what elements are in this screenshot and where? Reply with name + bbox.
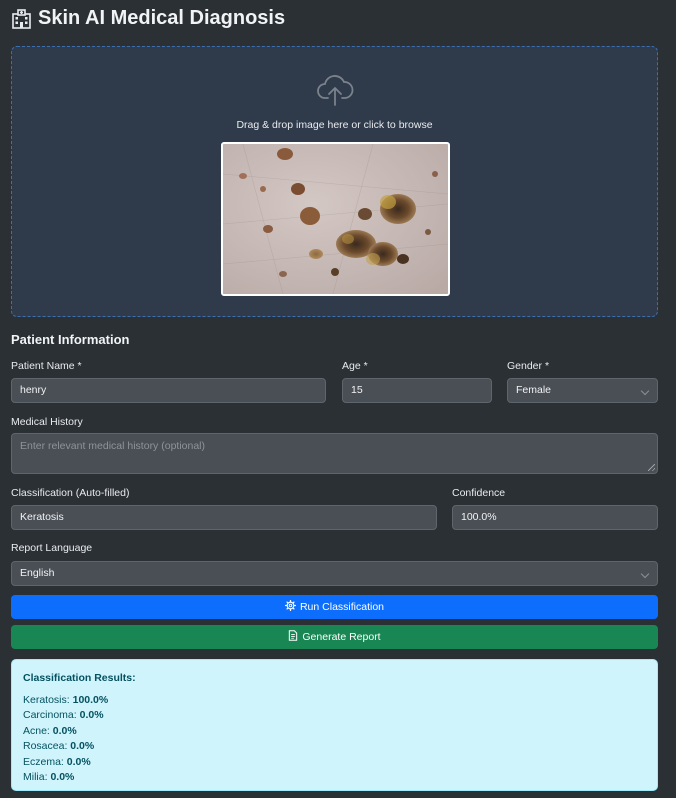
page-title: Skin AI Medical Diagnosis (38, 7, 286, 29)
result-row: Rosacea: 0.0% (23, 739, 646, 754)
patient-info-heading: Patient Information (11, 332, 130, 347)
result-row: Keratosis: 100.0% (23, 693, 646, 708)
result-name: Acne: (23, 724, 50, 737)
result-value: 0.0% (79, 709, 104, 722)
gear-icon (284, 600, 296, 614)
confidence-input[interactable]: 100.0% (452, 505, 658, 530)
generate-report-button[interactable]: Generate Report (11, 625, 658, 649)
result-value: 0.0% (50, 770, 75, 783)
gender-label: Gender * (507, 360, 550, 372)
gender-select[interactable]: Female (507, 378, 658, 403)
cloud-upload-icon (316, 73, 354, 112)
patient-name-label: Patient Name * (11, 360, 82, 372)
result-row: Milia: 0.0% (23, 770, 646, 785)
age-label: Age * (342, 360, 368, 372)
results-title: Classification Results: (23, 672, 136, 684)
image-dropzone[interactable]: Drag & drop image here or click to brows… (11, 46, 658, 317)
image-preview (221, 142, 450, 296)
report-language-label: Report Language (11, 542, 93, 554)
result-name: Milia: (23, 770, 48, 783)
classification-results-panel: Classification Results: Keratosis: 100.0… (11, 659, 658, 791)
result-name: Rosacea: (23, 740, 68, 753)
result-name: Carcinoma: (23, 709, 77, 722)
classification-label: Classification (Auto-filled) (11, 487, 130, 499)
report-language-select[interactable]: English (11, 561, 658, 586)
document-icon (288, 630, 298, 644)
patient-name-input[interactable]: henry (11, 378, 326, 403)
dropzone-prompt: Drag & drop image here or click to brows… (236, 119, 433, 131)
result-value: 0.0% (52, 724, 77, 737)
generate-report-label: Generate Report (302, 631, 381, 643)
hospital-icon (11, 8, 32, 29)
result-row: Carcinoma: 0.0% (23, 708, 646, 723)
result-row: Acne: 0.0% (23, 724, 646, 739)
result-name: Eczema: (23, 755, 64, 768)
result-row: Eczema: 0.0% (23, 755, 646, 770)
confidence-label: Confidence (452, 487, 506, 499)
medical-history-placeholder: Enter relevant medical history (optional… (20, 440, 206, 452)
app-title: Skin AI Medical Diagnosis (11, 7, 285, 30)
medical-history-label: Medical History (11, 416, 83, 428)
medical-history-textarea[interactable]: Enter relevant medical history (optional… (11, 433, 658, 474)
resize-handle-icon[interactable] (648, 464, 655, 471)
result-value: 0.0% (66, 755, 91, 768)
result-name: Keratosis: (23, 694, 70, 706)
chevron-down-icon (640, 569, 650, 579)
age-input[interactable]: 15 (342, 378, 492, 403)
run-classification-label: Run Classification (299, 601, 385, 613)
report-language-value: English (20, 567, 55, 579)
result-value: 100.0% (72, 694, 109, 706)
gender-value: Female (516, 384, 552, 396)
run-classification-button[interactable]: Run Classification (11, 595, 658, 619)
result-value: 0.0% (70, 740, 95, 753)
chevron-down-icon (640, 386, 650, 396)
classification-input[interactable]: Keratosis (11, 505, 437, 530)
